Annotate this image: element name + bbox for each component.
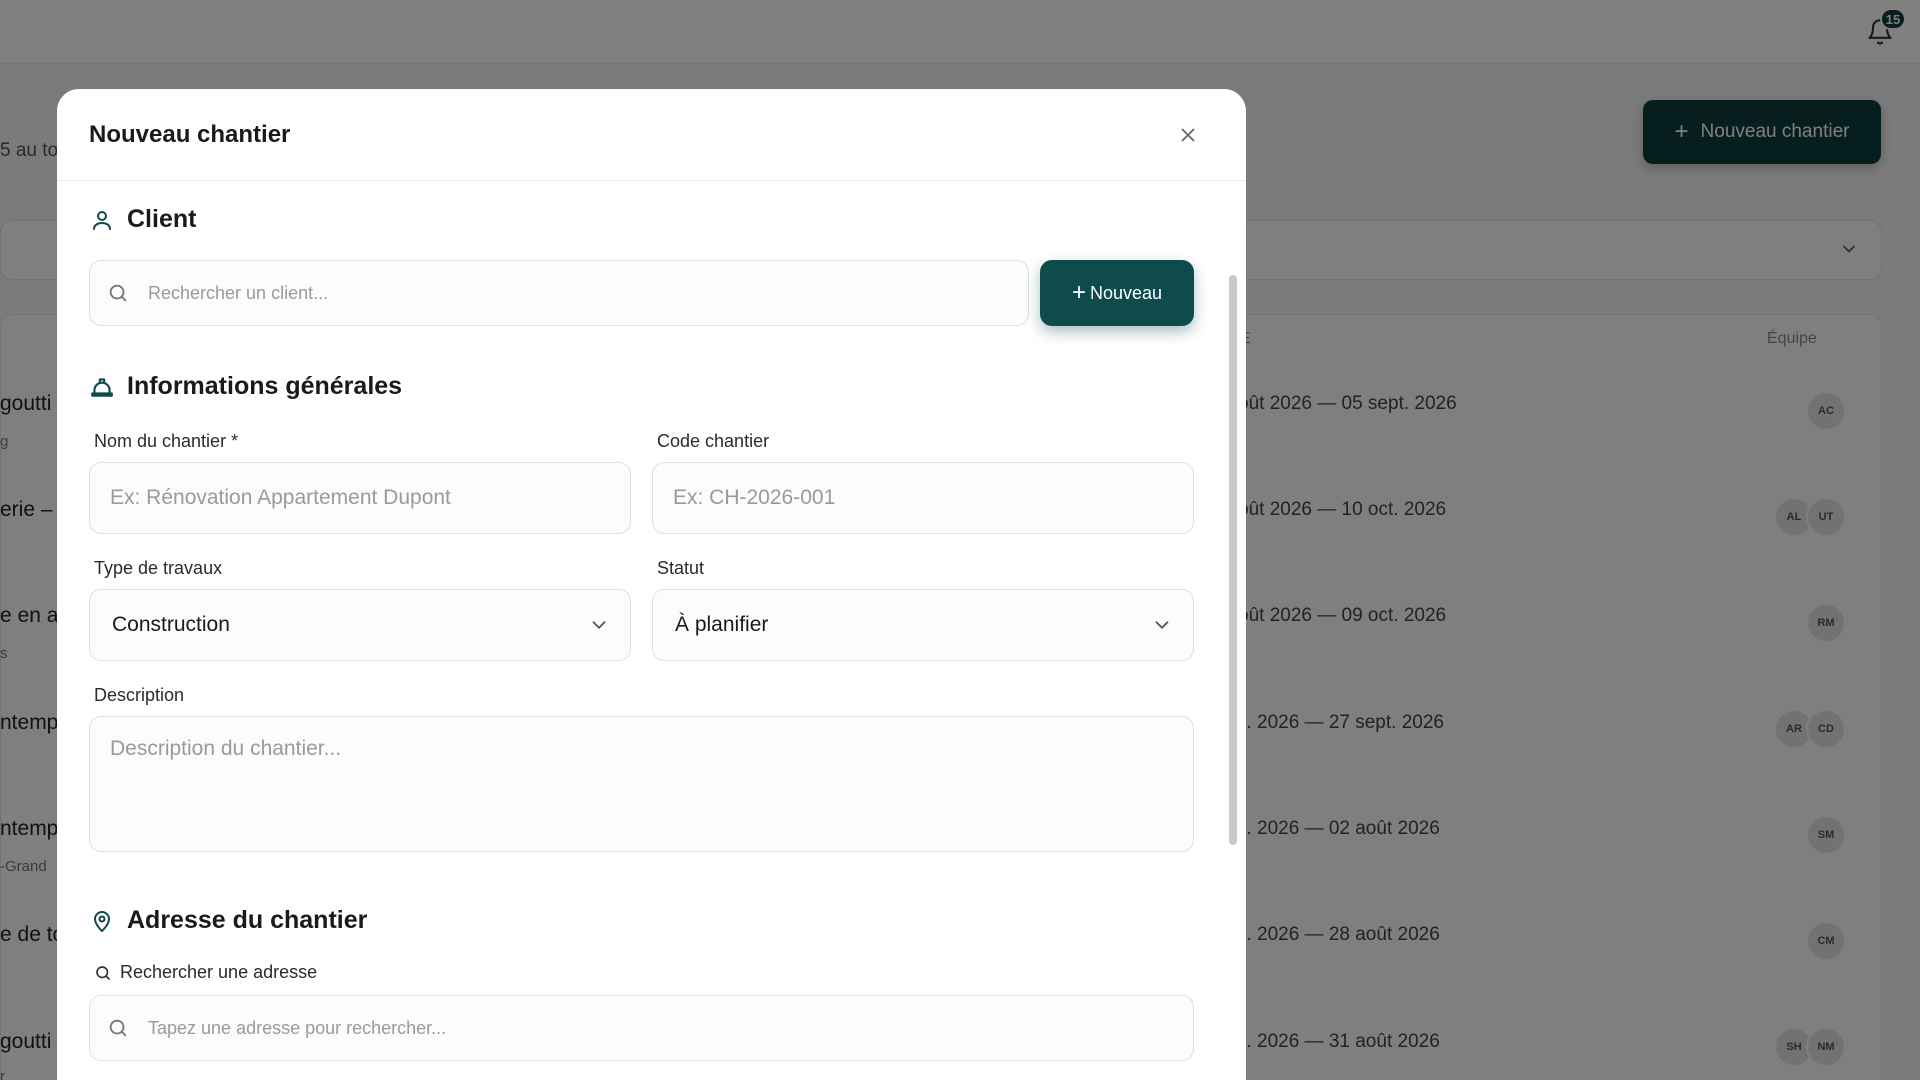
map-pin-icon (89, 908, 115, 934)
client-section-title: Client (127, 205, 197, 233)
modal-header: Nouveau chantier (57, 89, 1246, 181)
client-section-header: Client (89, 205, 196, 234)
general-section-title: Informations générales (127, 372, 403, 400)
search-icon (96, 965, 110, 980)
new-project-modal: Nouveau chantier Client + Nouveau Inform… (57, 89, 1246, 1080)
general-section-header: Informations générales (89, 372, 402, 401)
client-search-input[interactable] (89, 260, 1029, 326)
status-select[interactable]: À planifier (652, 589, 1194, 661)
close-button[interactable] (1175, 122, 1201, 148)
address-search-label: Rechercher une adresse (94, 962, 317, 983)
modal-scrollbar[interactable] (1227, 181, 1239, 1080)
address-section-title: Adresse du chantier (127, 906, 368, 934)
plus-icon: + (1071, 279, 1086, 306)
chevron-down-icon (1151, 614, 1173, 642)
chevron-down-icon (588, 614, 610, 642)
project-name-label: Nom du chantier * (94, 431, 239, 451)
description-label: Description (94, 685, 185, 705)
status-label: Statut (657, 558, 705, 578)
user-icon (89, 207, 115, 233)
project-code-label: Code chantier (657, 431, 770, 451)
work-type-label: Type de travaux (94, 558, 223, 578)
project-name-input[interactable] (89, 462, 631, 534)
new-client-button[interactable]: + Nouveau (1040, 260, 1194, 326)
address-section-header: Adresse du chantier (89, 906, 367, 935)
address-search-input[interactable] (89, 995, 1194, 1061)
project-code-input[interactable] (652, 462, 1194, 534)
modal-title: Nouveau chantier (89, 121, 291, 148)
new-client-button-label: Nouveau (1089, 282, 1163, 303)
close-icon (1181, 128, 1195, 142)
scrollbar-thumb[interactable] (1229, 275, 1237, 845)
work-type-select[interactable]: Construction (89, 589, 631, 661)
description-textarea[interactable] (89, 716, 1194, 852)
work-type-value: Construction (112, 613, 230, 636)
hard-hat-icon (89, 374, 115, 400)
address-search-label-text: Rechercher une adresse (120, 962, 318, 982)
status-value: À planifier (675, 613, 769, 636)
